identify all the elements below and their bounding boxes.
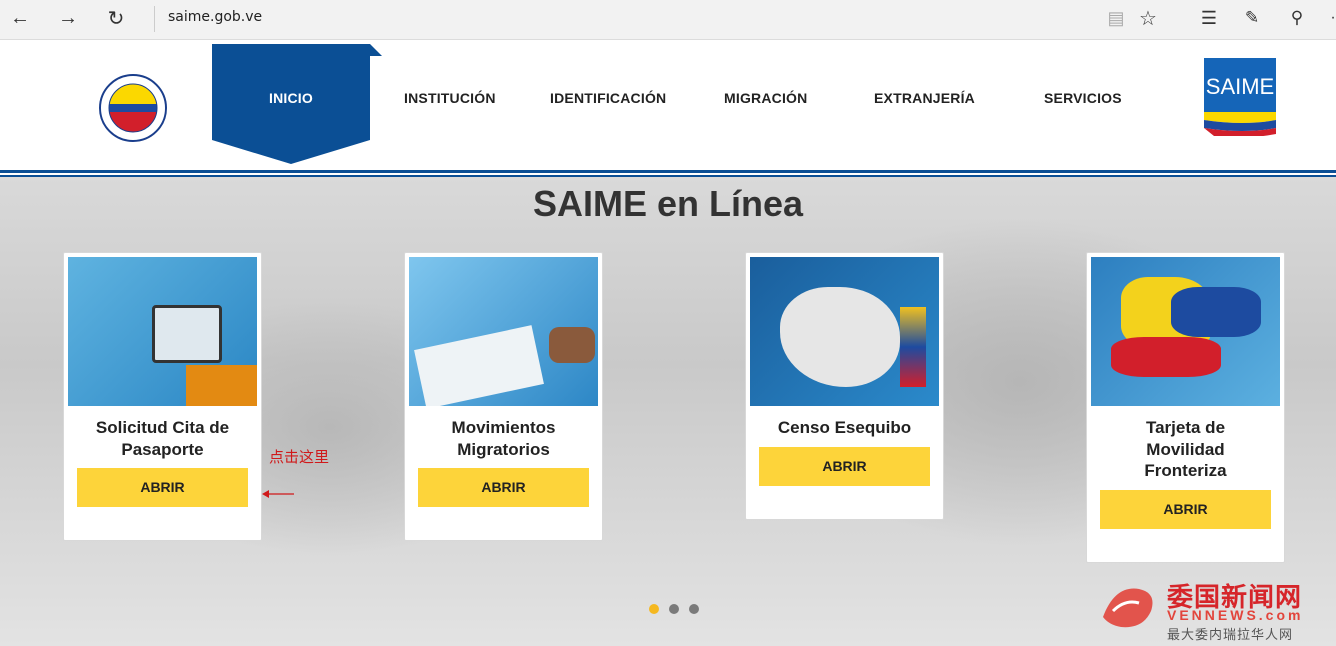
- abrir-button[interactable]: ABRIR: [77, 468, 248, 507]
- more-icon[interactable]: ·: [1318, 4, 1336, 32]
- site-header: INICIO INSTITUCIÓN IDENTIFICACIÓN MIGRAC…: [0, 40, 1336, 172]
- refresh-icon[interactable]: ↻: [101, 4, 131, 32]
- annotation-label: 点击这里: [269, 448, 330, 466]
- card-title-line3: Fronteriza: [1144, 461, 1227, 480]
- card-title-line1: Tarjeta de: [1145, 418, 1226, 437]
- card-title-line2: Pasaporte: [121, 440, 204, 459]
- abrir-button[interactable]: ABRIR: [1100, 490, 1271, 529]
- watermark-tagline: 最大委内瑞拉华人网: [1167, 628, 1294, 643]
- saime-logo-text: SAIME: [1205, 74, 1275, 99]
- nav-item-extranjeria[interactable]: EXTRANJERÍA: [874, 90, 975, 106]
- browser-toolbar: ← → ↻ saime.gob.ve ▤ ☆ ☰ ✎ ⚲ ·: [0, 0, 1336, 40]
- esequibo-census-image: [750, 257, 939, 406]
- card-title-line2: Movilidad: [1146, 440, 1225, 459]
- vennews-watermark: 委国新闻网 VENNEWS.com 最大委内瑞拉华人网: [1095, 575, 1336, 646]
- hub-icon[interactable]: ☰: [1194, 4, 1224, 32]
- card-title-line1: Movimientos: [451, 418, 556, 437]
- passport-appointment-image: [68, 257, 257, 406]
- header-rule: [0, 170, 1336, 173]
- abrir-button[interactable]: ABRIR: [418, 468, 589, 507]
- card-censo-esequibo: Censo Esequibo ABRIR: [745, 252, 944, 520]
- migratory-movements-image: [409, 257, 598, 406]
- hero-title: SAIME en Línea: [532, 183, 804, 224]
- government-seal-logo[interactable]: [89, 74, 177, 142]
- nav-item-migracion[interactable]: MIGRACIÓN: [724, 90, 807, 106]
- share-icon[interactable]: ⚲: [1282, 4, 1312, 32]
- toolbar-divider: [154, 6, 155, 32]
- carousel-dot-1[interactable]: [649, 604, 659, 614]
- favorite-star-icon[interactable]: ☆: [1133, 4, 1163, 32]
- card-title: Censo Esequibo: [777, 418, 912, 437]
- carousel-dot-3[interactable]: [689, 604, 699, 614]
- carousel-dot-2[interactable]: [669, 604, 679, 614]
- nav-item-servicios[interactable]: SERVICIOS: [1044, 90, 1122, 106]
- nav-item-identificacion[interactable]: IDENTIFICACIÓN: [550, 90, 666, 106]
- card-movimientos-migratorios: Movimientos Migratorios ABRIR: [404, 252, 603, 541]
- card-solicitud-pasaporte: Solicitud Cita de Pasaporte ABRIR: [63, 252, 262, 541]
- card-tarjeta-movilidad: Tarjeta de Movilidad Fronteriza ABRIR: [1086, 252, 1285, 563]
- card-title-line2: Migratorios: [457, 440, 550, 459]
- abrir-button[interactable]: ABRIR: [759, 447, 930, 486]
- watermark-domain: VENNEWS.com: [1167, 607, 1304, 623]
- annotation-arrow-icon: [260, 486, 296, 505]
- card-title-line1: Solicitud Cita de: [95, 418, 230, 437]
- reading-view-icon[interactable]: ▤: [1101, 4, 1131, 32]
- address-bar[interactable]: saime.gob.ve: [168, 9, 262, 25]
- nav-item-inicio[interactable]: INICIO: [269, 90, 313, 106]
- saime-logo[interactable]: SAIME: [1204, 58, 1276, 136]
- forward-icon[interactable]: →: [53, 4, 83, 32]
- back-icon[interactable]: ←: [5, 4, 35, 32]
- border-mobility-map-image: [1091, 257, 1280, 406]
- nav-item-institucion[interactable]: INSTITUCIÓN: [404, 90, 496, 106]
- web-note-icon[interactable]: ✎: [1237, 4, 1267, 32]
